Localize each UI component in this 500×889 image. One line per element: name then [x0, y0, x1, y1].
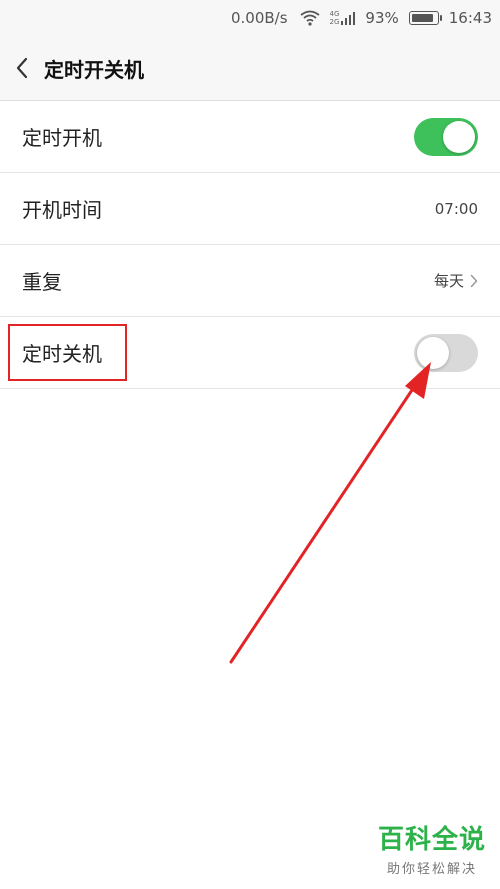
watermark-logo: 百科全说 助你轻松解决: [378, 819, 486, 877]
status-bar: 0.00B/s 4G 2G 93% 16:43: [0, 0, 500, 36]
power-on-toggle[interactable]: [414, 117, 478, 156]
clock: 16:43: [448, 9, 492, 27]
chevron-left-icon: [16, 57, 28, 79]
battery-percent: 93%: [365, 9, 399, 27]
chevron-right-icon: [470, 274, 478, 287]
power-on-time-row[interactable]: 开机时间 07:00: [0, 173, 500, 245]
power-on-label: 定时开机: [22, 126, 102, 150]
repeat-value-group: 每天: [434, 270, 478, 291]
annotation-highlight-box: [8, 324, 127, 381]
battery-icon: [408, 11, 442, 25]
repeat-row[interactable]: 重复 每天: [0, 245, 500, 317]
network-type-secondary: 2G: [329, 18, 340, 26]
watermark-slogan: 助你轻松解决: [386, 862, 477, 877]
cellular-signal: 4G 2G: [330, 10, 356, 26]
power-on-time-value: 07:00: [434, 199, 478, 218]
network-speed: 0.00B/s: [230, 9, 288, 27]
toggle-knob: [443, 120, 475, 153]
network-type-primary: 4G: [329, 10, 340, 18]
wifi-icon: [299, 10, 320, 26]
nav-bar: 定时开关机: [0, 36, 500, 101]
back-button[interactable]: [0, 36, 44, 100]
repeat-value: 每天: [433, 272, 464, 290]
power-off-toggle[interactable]: [414, 333, 478, 372]
page-title: 定时开关机: [44, 57, 144, 82]
power-on-row: 定时开机: [0, 101, 500, 173]
power-on-time-label: 开机时间: [22, 198, 102, 222]
watermark-brand: 百科全说: [377, 825, 486, 855]
signal-bars-icon: [341, 12, 356, 25]
toggle-knob: [417, 336, 449, 369]
repeat-label: 重复: [22, 270, 62, 294]
